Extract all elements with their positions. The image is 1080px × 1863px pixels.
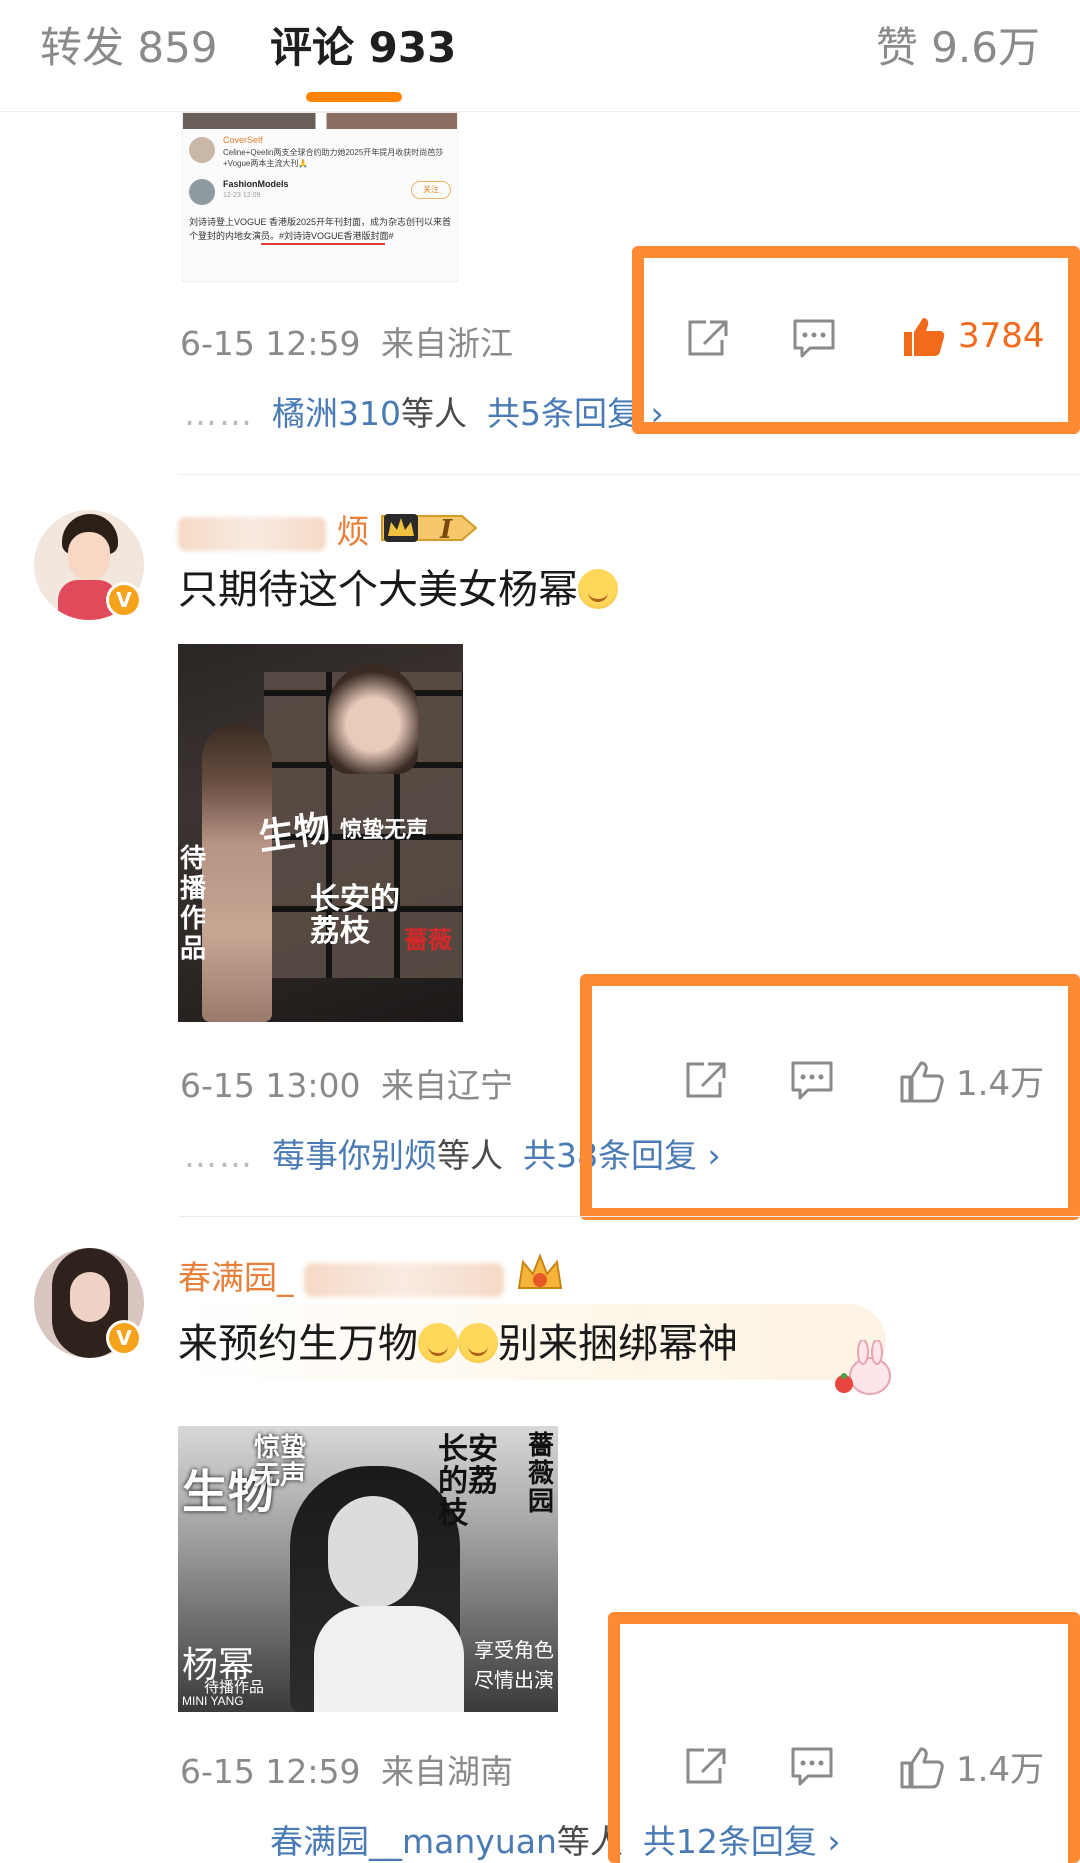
poster-side-label: 待播作品 xyxy=(180,844,207,964)
comment3-text-before: 来预约生万物 xyxy=(178,1321,418,1367)
poster-tagline-2: 尽情出演 xyxy=(474,1668,554,1692)
embedded-fashion-date: 12-23 12:09 xyxy=(223,192,261,199)
comment1-time: 6-15 12:59 xyxy=(180,324,361,363)
poster-title-1: 生物 xyxy=(255,807,334,859)
embedded-follow-button: 关注 xyxy=(411,181,451,199)
comment2-meta: 6-15 13:00 来自辽宁 xyxy=(180,1064,513,1108)
poster-english-name: MINI YANG xyxy=(182,1694,244,1708)
embedded-coverself-name: CoverSelf xyxy=(223,135,263,145)
poster-title-2: 惊蛰无声 xyxy=(340,817,429,843)
comment3-location: 来自湖南 xyxy=(381,1752,513,1791)
highlight-box-2 xyxy=(580,974,1080,1220)
comment3-username-head: 春满园_ xyxy=(178,1258,294,1297)
tab-likes[interactable]: 赞 9.6万 xyxy=(876,18,1040,78)
active-tab-indicator xyxy=(306,92,402,102)
username-blurred xyxy=(178,516,326,551)
embedded-body-text: 刘诗诗登上VOGUE 香港版2025开年刊封面，成为杂志创刊以来首个登封的内地女… xyxy=(189,217,452,241)
comment2-poster-image[interactable]: 生物 惊蛰无声 长安的荔枝 薔薇 待播作品 xyxy=(178,644,463,1022)
comment3-text: 来预约生万物 别来捆绑幂神 xyxy=(178,1316,738,1372)
comment2-location: 来自辽宁 xyxy=(381,1066,513,1105)
poster-title-4: 薔薇 xyxy=(404,925,452,954)
comment1-replies-link[interactable]: …… 橘洲310等人 共5条回复 › xyxy=(184,390,664,438)
tab-repost[interactable]: 转发 859 xyxy=(40,18,218,78)
poster-portrait xyxy=(328,664,418,774)
comment3-meta: 6-15 12:59 来自湖南 xyxy=(180,1750,513,1794)
poster-title-3: 长安的荔枝 xyxy=(310,882,400,949)
comment2-text-body: 只期待这个大美女杨幂 xyxy=(178,567,578,613)
embedded-fashion-name: FashionModels xyxy=(223,179,289,189)
emoji-face-icon xyxy=(578,569,618,609)
crown-icon xyxy=(380,508,490,559)
reply-dots: …… xyxy=(184,394,254,433)
comment-divider xyxy=(178,474,1080,475)
embedded-coverself-text: Celine+Qeelin两支全球合约助力她2025开年提月收获时尚芭莎+Vog… xyxy=(223,148,444,168)
poster-face xyxy=(328,1496,418,1608)
comment2-username-tail: 烦 xyxy=(336,512,370,551)
verified-badge-icon: V xyxy=(106,1320,142,1356)
emoji-face-icon xyxy=(418,1323,458,1363)
image-strip xyxy=(183,113,457,129)
comment3-time: 6-15 12:59 xyxy=(180,1752,361,1791)
tab-comments[interactable]: 评论 933 xyxy=(270,18,456,78)
comment2-reply-suffix: 等人 xyxy=(437,1136,503,1175)
comment-image-screenshot[interactable]: CoverSelf Celine+Qeelin两支全球合约助力她2025开年提月… xyxy=(182,112,458,282)
poster-title-4: 薔薇园 xyxy=(528,1431,555,1517)
comment2-reply-names[interactable]: 莓事你别烦 xyxy=(272,1136,437,1175)
poster-title-3: 长安的荔枝 xyxy=(438,1432,498,1531)
comment2-text: 只期待这个大美女杨幂 xyxy=(178,562,618,618)
crown-icon xyxy=(515,1252,565,1307)
poster-title-2: 惊蛰无声 xyxy=(254,1433,307,1491)
comment2-time: 6-15 13:00 xyxy=(180,1066,361,1105)
comment-divider xyxy=(178,1216,1080,1217)
embedded-avatar-2 xyxy=(189,179,215,205)
poster-tagline-1: 享受角色 xyxy=(474,1638,554,1662)
comment2-level-badge: I xyxy=(440,515,453,545)
comment1-reply-suffix: 等人 xyxy=(401,394,467,433)
comment1-meta: 6-15 12:59 来自浙江 xyxy=(180,322,513,366)
comment2-username[interactable]: 烦 I xyxy=(178,508,490,559)
verified-badge-icon: V xyxy=(106,582,142,618)
poster-figure xyxy=(202,724,272,1022)
avatar-face xyxy=(68,532,110,580)
poster-shoulder xyxy=(314,1606,464,1712)
comment3-username[interactable]: 春满园_ xyxy=(178,1252,565,1307)
highlight-box-3 xyxy=(608,1612,1080,1863)
comment3-poster-image[interactable]: 生物 惊蛰无声 长安的荔枝 薔薇园 杨幂 待播作品 MINI YANG 享受角色… xyxy=(178,1426,558,1712)
avatar-face xyxy=(70,1272,110,1322)
bunny-sticker-icon xyxy=(830,1339,900,1400)
comment1-location: 来自浙江 xyxy=(381,324,513,363)
emoji-face-icon xyxy=(458,1323,498,1363)
reply-dots: …… xyxy=(184,1136,254,1175)
tab-bar: 转发 859 评论 933 赞 9.6万 xyxy=(0,0,1080,112)
embedded-avatar xyxy=(189,137,215,163)
embedded-underline xyxy=(261,243,385,245)
comment1-reply-names[interactable]: 橘洲310 xyxy=(272,394,401,433)
username-blurred xyxy=(304,1262,504,1297)
highlight-box-1 xyxy=(632,246,1080,434)
comment3-text-after: 别来捆绑幂神 xyxy=(498,1321,738,1367)
comment3-reply-names[interactable]: 春满园__manyuan xyxy=(270,1822,557,1861)
